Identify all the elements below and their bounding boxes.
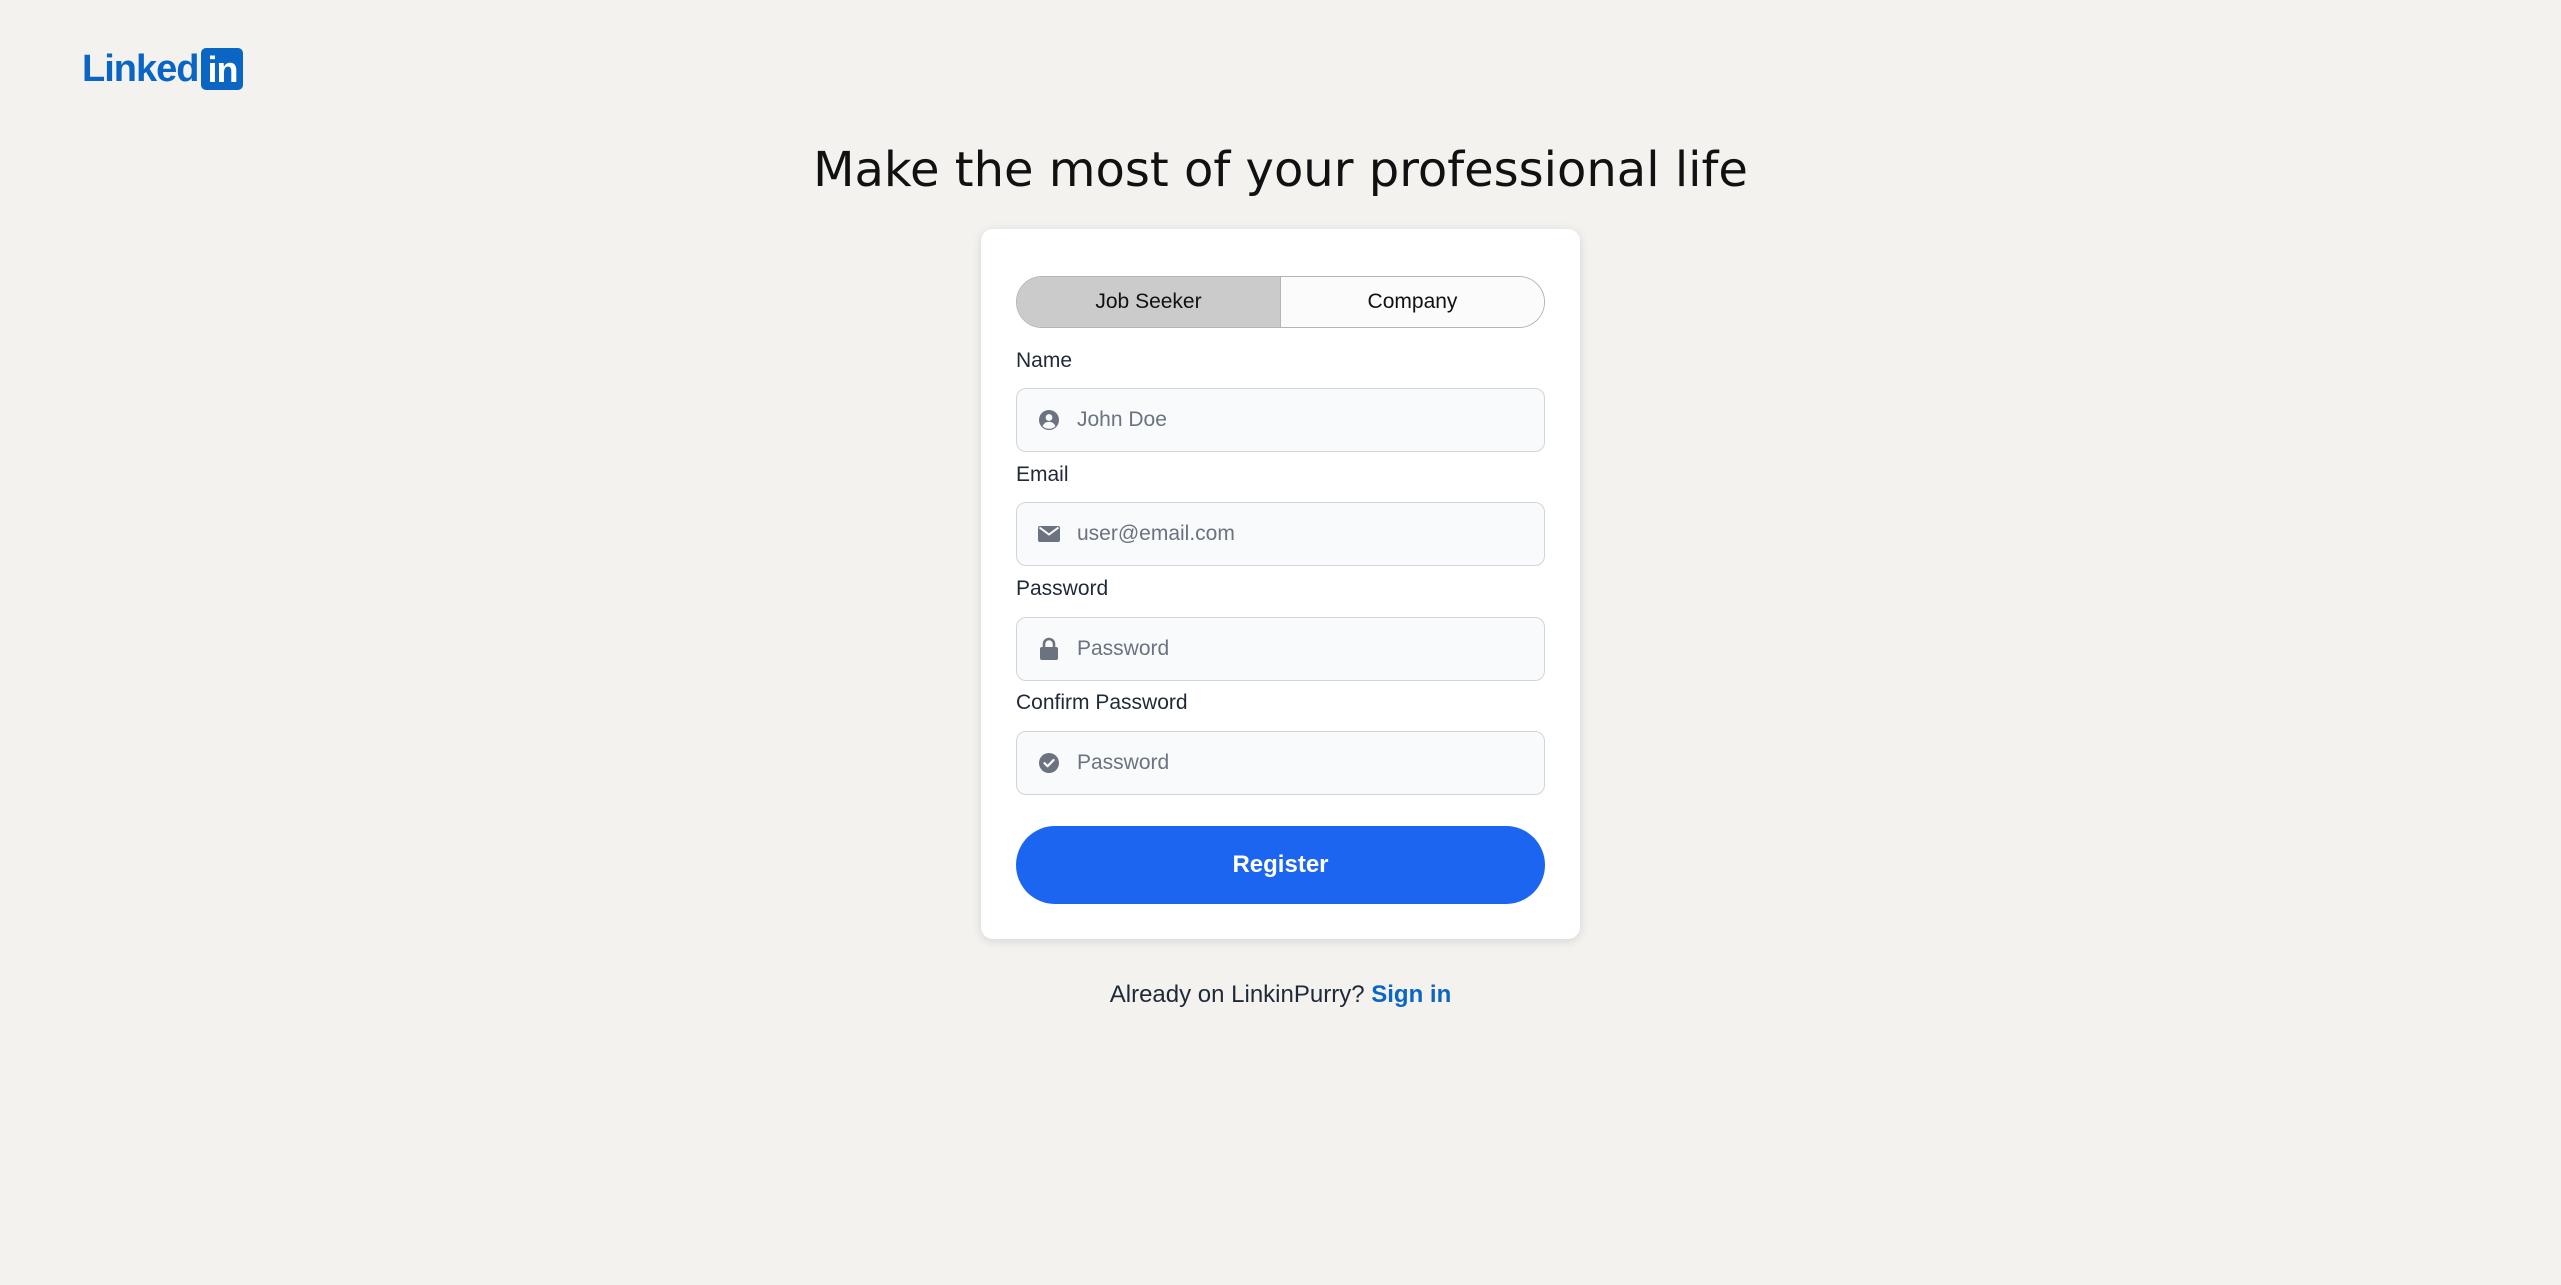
signin-row: Already on LinkinPurry? Sign in [0, 978, 2561, 1012]
name-input[interactable] [1077, 400, 1517, 440]
logo-in-box: in [201, 48, 244, 90]
user-circle-icon [1037, 408, 1061, 432]
logo-wordmark: Linked [82, 48, 199, 90]
password-field-wrapper [1016, 617, 1545, 681]
password-label: Password [1016, 577, 1109, 600]
lock-icon [1037, 637, 1061, 661]
email-field-wrapper [1016, 502, 1545, 566]
toggle-company[interactable]: Company [1281, 277, 1544, 327]
signin-link[interactable]: Sign in [1371, 981, 1451, 1008]
name-label: Name [1016, 349, 1073, 372]
register-button[interactable]: Register [1016, 826, 1545, 904]
confirm-password-input[interactable] [1077, 743, 1517, 783]
check-circle-icon [1037, 751, 1061, 775]
page-headline: Make the most of your professional life [813, 142, 1748, 198]
role-toggle: Job Seeker Company [1016, 276, 1545, 328]
signin-prompt: Already on LinkinPurry? [1109, 981, 1365, 1008]
linkedin-logo[interactable]: Linked in [82, 46, 244, 92]
confirm-password-field-wrapper [1016, 731, 1545, 795]
confirm-password-label: Confirm Password [1016, 691, 1188, 714]
password-input[interactable] [1077, 629, 1517, 669]
name-field-wrapper [1016, 388, 1545, 452]
register-card: Job Seeker Company Name Email Password [981, 229, 1580, 939]
envelope-icon [1037, 522, 1061, 546]
email-input[interactable] [1077, 514, 1517, 554]
email-label: Email [1016, 463, 1069, 486]
toggle-job-seeker[interactable]: Job Seeker [1017, 277, 1281, 327]
